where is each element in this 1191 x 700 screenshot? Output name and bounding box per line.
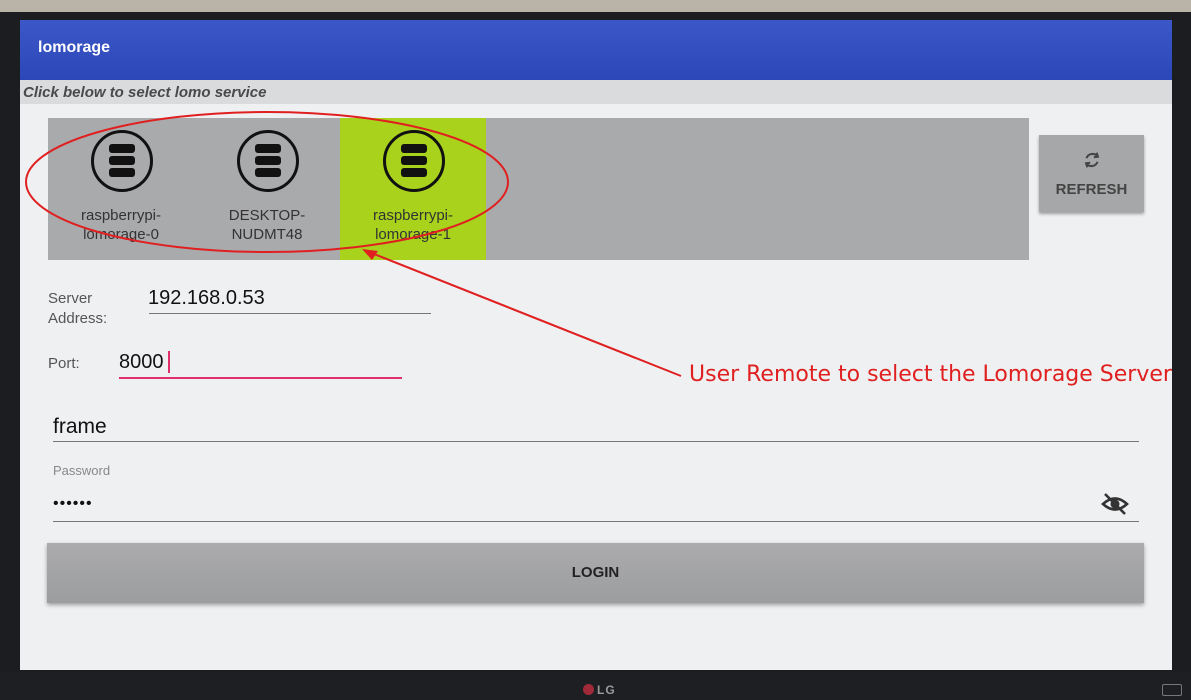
service-label: raspberrypi- lomorage-0 [80, 207, 162, 243]
username-input[interactable] [53, 412, 1133, 442]
service-list: raspberrypi- lomorage-0 DESKTOP- NUDMT48 [48, 118, 1029, 260]
refresh-button[interactable]: REFRESH [1039, 135, 1144, 212]
password-input[interactable] [53, 492, 1083, 516]
port-input[interactable] [119, 348, 399, 376]
service-label: raspberrypi- lomorage-1 [372, 207, 454, 243]
port-label: Port: [48, 355, 80, 372]
login-button[interactable]: LOGIN [47, 543, 1144, 603]
server-address-label: Server Address: [48, 290, 108, 327]
refresh-icon [1084, 152, 1100, 168]
app-title: lomorage [38, 39, 111, 56]
service-item-desktop-nudmt48[interactable]: DESKTOP- NUDMT48 [194, 118, 340, 260]
tv-screen: lomorage Click below to select lomo serv… [20, 20, 1172, 670]
service-label: DESKTOP- NUDMT48 [228, 207, 306, 243]
monitor-brand-logo: LG [583, 683, 616, 697]
server-icon [383, 130, 445, 192]
wall-background [0, 0, 1191, 12]
server-icon [91, 130, 153, 192]
refresh-label: REFRESH [1055, 181, 1128, 198]
server-address-underline [149, 313, 431, 314]
server-icon [237, 130, 299, 192]
monitor-port-icon [1162, 684, 1182, 696]
password-label: Password [53, 463, 111, 478]
eye-off-icon[interactable] [1100, 491, 1130, 517]
text-caret [168, 351, 170, 373]
server-address-input[interactable] [148, 284, 428, 312]
port-underline-focused [119, 377, 402, 379]
username-underline [53, 441, 1139, 442]
service-item-raspberrypi-lomorage-1[interactable]: raspberrypi- lomorage-1 [340, 118, 486, 260]
service-item-raspberrypi-lomorage-0[interactable]: raspberrypi- lomorage-0 [48, 118, 194, 260]
annotation-text: User Remote to select the Lomorage Serve… [689, 362, 1172, 387]
app-bar: lomorage [20, 20, 1172, 80]
section-hint: Click below to select lomo service [20, 80, 1172, 104]
password-underline [53, 521, 1139, 522]
